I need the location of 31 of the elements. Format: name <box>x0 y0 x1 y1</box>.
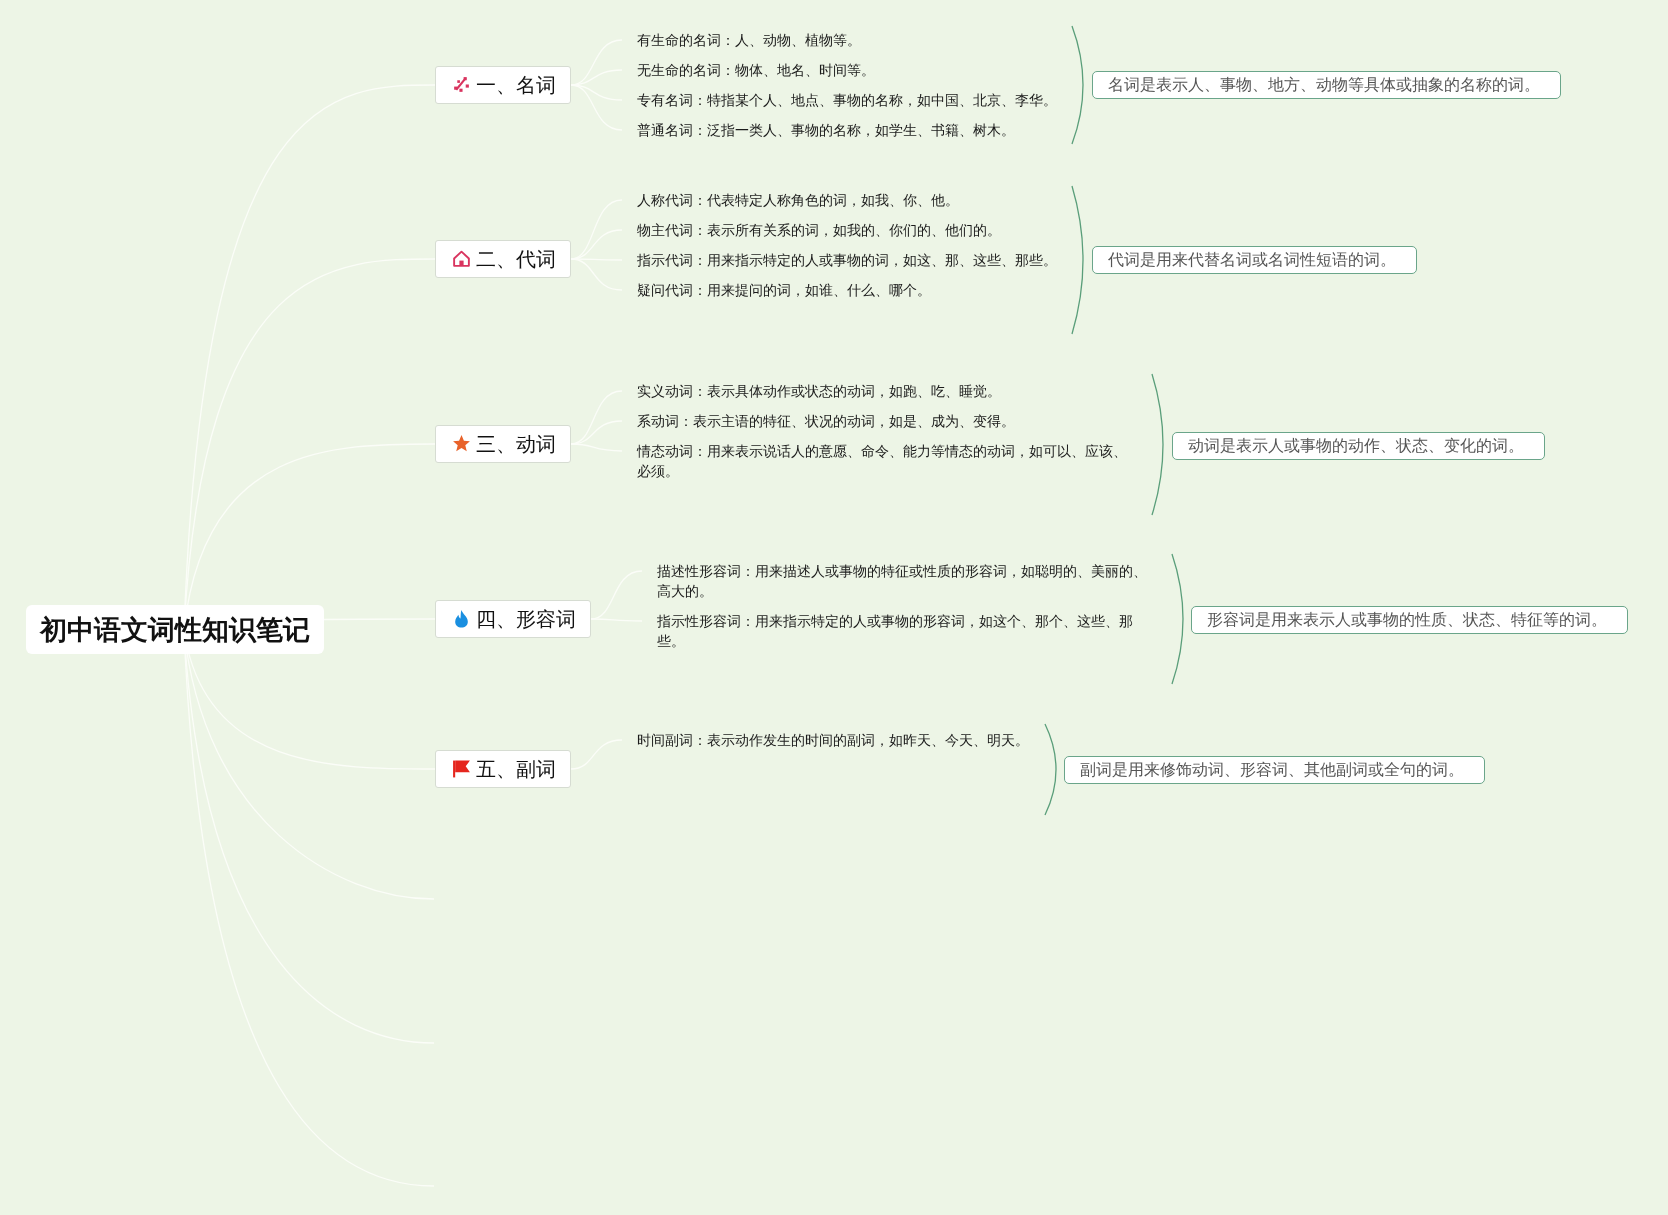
subtopic-text[interactable]: 有生命的名词：人、动物、植物等。 <box>637 30 861 50</box>
subtopic-text[interactable]: 实义动词：表示具体动作或状态的动词，如跑、吃、睡觉。 <box>637 381 1001 401</box>
topic-node[interactable]: 三、动词 <box>435 425 571 463</box>
flame-icon <box>452 609 471 629</box>
subtopic-text[interactable]: 指示性形容词：用来指示特定的人或事物的形容词，如这个、那个、这些、那些。 <box>657 611 1152 651</box>
subtopic-text[interactable]: 时间副词：表示动作发生的时间的副词，如昨天、今天、明天。 <box>637 730 1029 750</box>
subtopic-text[interactable]: 专有名词：特指某个人、地点、事物的名称，如中国、北京、李华。 <box>637 90 1057 110</box>
summary-node[interactable]: 代词是用来代替名词或名词性短语的词。 <box>1092 246 1417 274</box>
subtopic-text[interactable]: 系动词：表示主语的特征、状况的动词，如是、成为、变得。 <box>637 411 1015 431</box>
connector-line <box>570 739 623 770</box>
flag-icon <box>452 759 471 779</box>
subtopic-text[interactable]: 普通名词：泛指一类人、事物的名称，如学生、书籍、树木。 <box>637 120 1015 140</box>
summary-node[interactable]: 副词是用来修饰动词、形容词、其他副词或全句的词。 <box>1064 756 1485 784</box>
topic-node[interactable]: 一、名词 <box>435 66 571 104</box>
summary-node[interactable]: 名词是表示人、事物、地方、动物等具体或抽象的名称的词。 <box>1092 71 1561 99</box>
topic-node[interactable]: 二、代词 <box>435 240 571 278</box>
house-icon <box>452 249 471 269</box>
sparkle-icon <box>452 75 471 95</box>
subtopic-text[interactable]: 无生命的名词：物体、地名、时间等。 <box>637 60 875 80</box>
subtopic-text[interactable]: 情态动词：用来表示说话人的意愿、命令、能力等情态的动词，如可以、应该、必须。 <box>637 441 1132 481</box>
subtopic-text[interactable]: 描述性形容词：用来描述人或事物的特征或性质的形容词，如聪明的、美丽的、高大的。 <box>657 561 1152 601</box>
summary-node[interactable]: 动词是表示人或事物的动作、状态、变化的词。 <box>1172 432 1545 460</box>
subtopic-text[interactable]: 物主代词：表示所有关系的词，如我的、你们的、他们的。 <box>637 220 1001 240</box>
topic-node[interactable]: 五、副词 <box>435 750 571 788</box>
subtopic-text[interactable]: 人称代词：代表特定人称角色的词，如我、你、他。 <box>637 190 959 210</box>
star-icon <box>452 434 471 454</box>
summary-node[interactable]: 形容词是用来表示人或事物的性质、状态、特征等的词。 <box>1191 606 1628 634</box>
root-topic[interactable]: 初中语文词性知识笔记 <box>26 605 324 654</box>
subtopic-text[interactable]: 指示代词：用来指示特定的人或事物的词，如这、那、这些、那些。 <box>637 250 1057 270</box>
topic-node[interactable]: 四、形容词 <box>435 600 591 638</box>
subtopic-text[interactable]: 疑问代词：用来提问的词，如谁、什么、哪个。 <box>637 280 931 300</box>
